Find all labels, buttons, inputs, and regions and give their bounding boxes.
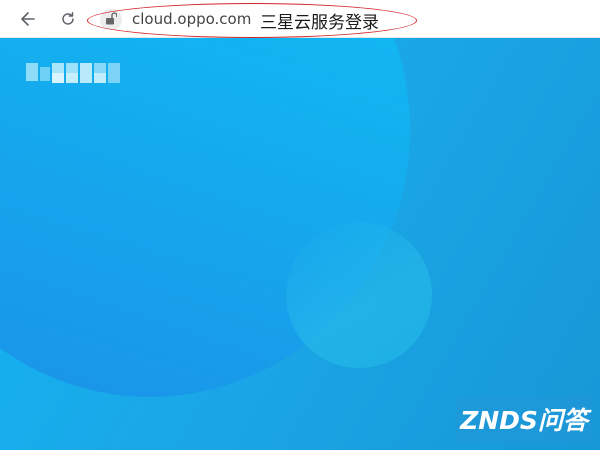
annotation-label: 三星云服务登录 (260, 13, 379, 33)
reload-button[interactable] (54, 5, 82, 33)
browser-toolbar: cloud.oppo.com 三星云服务登录 (0, 0, 600, 38)
page-hero: ZNDS问答 (0, 38, 600, 450)
reload-icon (60, 11, 76, 27)
site-info-button[interactable] (100, 9, 122, 30)
pixelated-logo (26, 61, 126, 85)
znds-watermark: ZNDS问答 (456, 396, 592, 442)
url-text: cloud.oppo.com (132, 10, 252, 28)
watermark-text: ZNDS问答 (460, 406, 588, 435)
back-button[interactable] (14, 5, 42, 33)
decorative-circle-small (286, 222, 432, 368)
arrow-left-icon (19, 10, 37, 28)
lock-icon (105, 10, 118, 29)
address-bar[interactable]: cloud.oppo.com 三星云服务登录 (96, 6, 596, 33)
